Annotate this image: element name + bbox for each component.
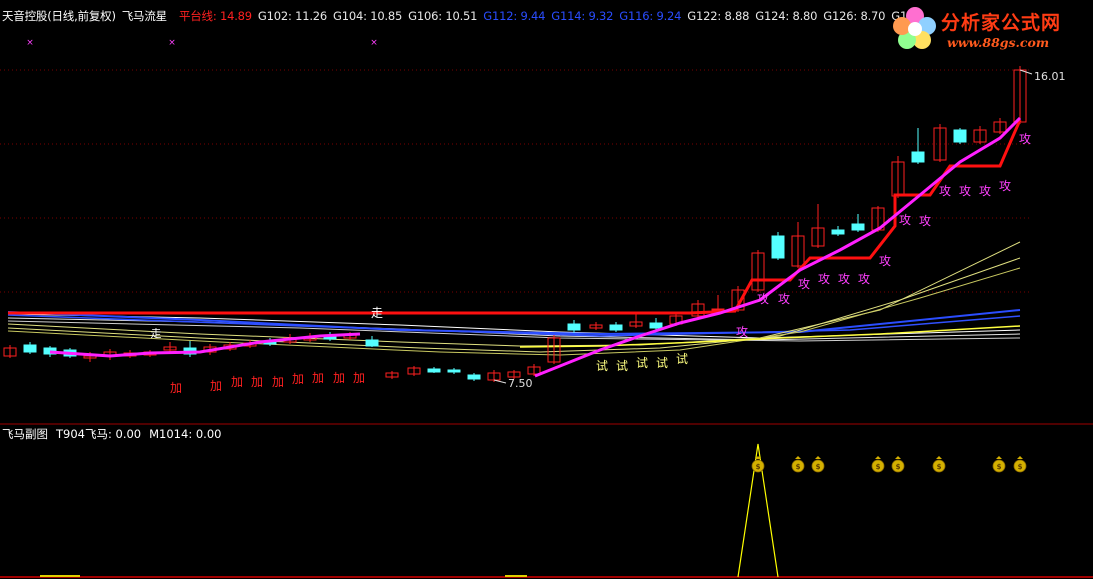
add-signal: 加	[272, 375, 284, 389]
sub-item-t904: T904飞马: 0.00	[56, 427, 142, 441]
test-signal: 试	[596, 358, 608, 373]
money-bag-top	[875, 456, 881, 459]
money-bag-top	[996, 456, 1002, 459]
walk-signal: 走	[371, 306, 383, 320]
stock-chart-canvas[interactable]: × × × 16.017.50 走走加加加加加加加加加试试试试试攻攻 攻攻攻攻攻攻攻攻…	[0, 0, 1093, 579]
attack-signal: 攻	[778, 292, 790, 306]
top-marker: ×	[168, 38, 176, 48]
candle-body	[23, 344, 37, 353]
money-bag-sign: $	[876, 463, 881, 471]
test-signal: 试	[616, 358, 628, 373]
candle-body	[609, 324, 623, 331]
top-marker: ×	[26, 38, 34, 48]
high-price-label: 16.01	[1034, 70, 1066, 83]
add-signal: 加	[333, 371, 345, 385]
money-bag-icon: $	[891, 456, 905, 473]
money-bag-sign: $	[1018, 463, 1023, 471]
add-signal: 加	[231, 375, 243, 389]
test-signal: 试	[656, 355, 668, 370]
candle-body	[365, 339, 379, 347]
money-bag-icon: $	[751, 456, 765, 473]
platform-line-step	[689, 119, 1022, 315]
add-signal: 加	[353, 371, 365, 385]
add-signal: 加	[210, 379, 222, 393]
money-bag-icon: $	[791, 456, 805, 473]
attack-signal: 攻	[858, 272, 870, 286]
test-signal: 试	[636, 355, 648, 370]
candle-body	[427, 368, 441, 373]
money-bag-top	[815, 456, 821, 459]
add-signal: 加	[170, 381, 182, 395]
candle-body	[831, 229, 845, 235]
money-bag-top	[1017, 456, 1023, 459]
attack-signal: 攻	[899, 213, 911, 227]
low-price-label: 7.50	[508, 377, 533, 390]
candle-body	[711, 308, 725, 311]
attack-signal: 攻	[838, 272, 850, 286]
money-bag-top	[795, 456, 801, 459]
sub-baseline-mark	[505, 575, 527, 577]
test-signal: 试	[676, 351, 688, 366]
attack-signal: 攻	[999, 179, 1011, 193]
sub-chart-title: 飞马副图	[2, 427, 48, 441]
add-signal: 加	[312, 371, 324, 385]
attack-signal: 攻	[959, 184, 971, 198]
walk-signal: 走	[151, 327, 162, 340]
sub-chart-header: 飞马副图 T904飞马: 0.00 M1014: 0.00	[2, 426, 229, 442]
top-marker: ×	[370, 38, 378, 48]
attack-signal: 攻	[757, 292, 769, 306]
sub-baseline-mark	[40, 575, 80, 577]
money-bag-sign: $	[896, 463, 901, 471]
money-bag-sign: $	[796, 463, 801, 471]
attack-signal: 攻	[939, 184, 951, 198]
money-bag-icon: $	[871, 456, 885, 473]
sub-item-m1014: M1014: 0.00	[149, 427, 222, 441]
money-bag-icon: $	[811, 456, 825, 473]
attack-signal: 攻	[879, 254, 891, 268]
attack-signal: 攻	[818, 272, 830, 286]
money-bag-sign: $	[816, 463, 821, 471]
money-bag-icon: $	[1013, 456, 1027, 473]
money-bag-top	[936, 456, 942, 459]
attack-signal: 攻	[736, 325, 748, 339]
candle-body	[851, 223, 865, 231]
money-bag-sign: $	[756, 463, 761, 471]
money-bag-icon: $	[932, 456, 946, 473]
attack-signal: 攻	[919, 214, 931, 228]
candle-body	[467, 374, 481, 380]
attack-signal: 攻	[1019, 132, 1031, 146]
trend-line	[49, 332, 361, 358]
candle-body	[447, 369, 461, 373]
money-bag-sign: $	[997, 463, 1002, 471]
attack-signal: 攻	[798, 277, 810, 291]
candle-body	[911, 151, 925, 163]
money-bag-icon: $	[992, 456, 1006, 473]
candle-body	[567, 323, 581, 331]
add-signal: 加	[251, 375, 263, 389]
candle-body	[649, 322, 663, 329]
add-signal: 加	[292, 372, 304, 386]
money-bag-top	[895, 456, 901, 459]
attack-signal: 攻	[979, 184, 991, 198]
candle-body	[953, 129, 967, 143]
money-bag-sign: $	[937, 463, 942, 471]
candle-body	[771, 235, 785, 259]
